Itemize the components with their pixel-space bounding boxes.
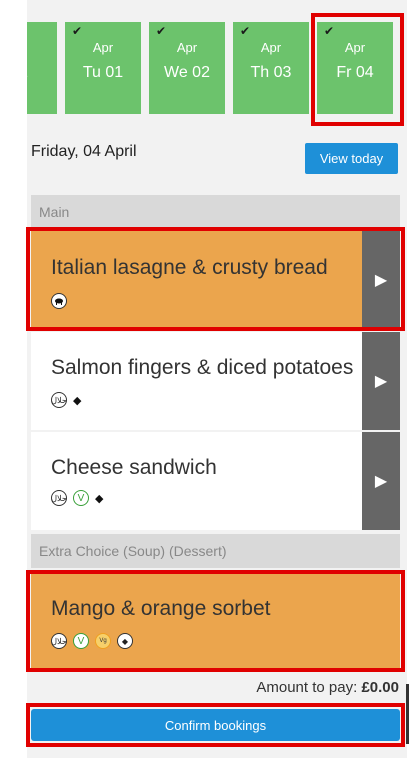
halal-icon: حلال (51, 633, 67, 649)
dietary-icons: حلال V Vg ◆ (51, 633, 133, 649)
halal-icon: حلال (51, 490, 67, 506)
section-header-main: Main (31, 195, 400, 229)
day-tile-selected[interactable]: ✔ Apr Fr 04 (317, 22, 393, 114)
vegetarian-icon: V (73, 490, 89, 506)
meal-name: Mango & orange sorbet (51, 597, 271, 620)
confirm-bookings-button[interactable]: Confirm bookings (31, 709, 400, 741)
meal-item[interactable]: Mango & orange sorbet حلال V Vg ◆ (31, 573, 400, 669)
meal-name: Italian lasagne & crusty bread (51, 256, 328, 279)
day-selector: ar 31 ✔ Apr Tu 01 ✔ Apr We 02 ✔ Apr Th 0… (27, 0, 407, 135)
fish-icon: ◆ (73, 394, 82, 407)
day-month: ar (27, 40, 57, 55)
scrollbar[interactable] (406, 684, 409, 744)
day-tile[interactable]: ar 31 (27, 22, 57, 114)
day-date: 31 (27, 64, 57, 82)
check-icon: ✔ (324, 24, 335, 38)
day-month: Apr (260, 40, 282, 55)
day-date: Tu 01 (82, 64, 124, 81)
selected-date-label: Friday, 04 April (31, 143, 137, 160)
dietary-icons (51, 293, 67, 309)
meal-item[interactable]: Italian lasagne & crusty bread ▶ (31, 230, 400, 330)
beef-icon (51, 293, 67, 309)
dietary-icons: حلال V ◆ (51, 490, 103, 506)
meal-name: Cheese sandwich (51, 456, 217, 479)
check-icon: ✔ (72, 24, 83, 38)
check-icon: ✔ (156, 24, 167, 38)
check-icon: ✔ (240, 24, 251, 38)
vegan-icon: Vg (95, 633, 111, 649)
day-month: Apr (92, 40, 114, 55)
day-tile[interactable]: ✔ Apr We 02 (149, 22, 225, 114)
meal-arrow-icon[interactable]: ▶ (362, 332, 400, 430)
amount-to-pay: Amount to pay: £0.00 (256, 679, 399, 696)
day-month: Apr (344, 40, 366, 55)
vegetarian-icon: V (73, 633, 89, 649)
fish-icon: ◆ (117, 633, 133, 649)
halal-icon: حلال (51, 392, 67, 408)
meal-arrow-icon[interactable]: ▶ (362, 230, 400, 330)
dietary-icons: حلال ◆ (51, 392, 81, 408)
day-date: Fr 04 (336, 64, 374, 81)
day-tile[interactable]: ✔ Apr Th 03 (233, 22, 309, 114)
day-month: Apr (176, 40, 198, 55)
amount-value: £0.00 (361, 679, 399, 696)
meal-item[interactable]: Cheese sandwich حلال V ◆ ▶ (31, 432, 400, 530)
meal-arrow-icon[interactable]: ▶ (362, 432, 400, 530)
meal-name: Salmon fingers & diced potatoes (51, 356, 354, 379)
day-date: We 02 (164, 64, 210, 81)
day-date: Th 03 (250, 64, 292, 81)
section-header-extra: Extra Choice (Soup) (Dessert) (31, 534, 400, 568)
fish-icon: ◆ (95, 492, 104, 505)
amount-label: Amount to pay: (256, 679, 358, 696)
day-tile[interactable]: ✔ Apr Tu 01 (65, 22, 141, 114)
meal-item[interactable]: Salmon fingers & diced potatoes حلال ◆ ▶ (31, 332, 400, 430)
view-today-button[interactable]: View today (305, 143, 398, 174)
